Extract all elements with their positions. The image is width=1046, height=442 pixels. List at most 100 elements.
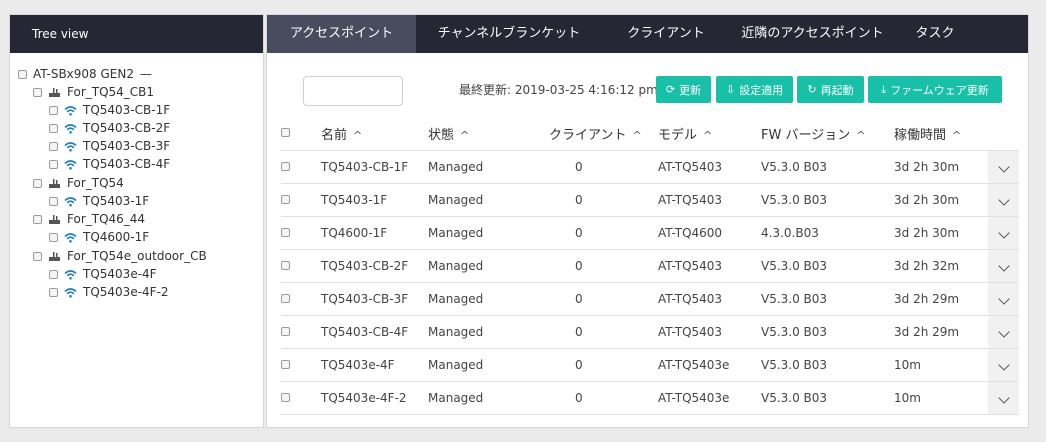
cell-fw-version: V5.3.0 B03 [761,282,894,316]
last-updated-text: 最終更新: 2019-03-25 4:16:12 pm [459,83,658,97]
tree-checkbox[interactable] [33,214,42,224]
tree-node-ap[interactable]: TQ5403e-4F-2 [49,283,169,301]
switch-icon [49,178,60,188]
tree-checkbox[interactable] [49,287,58,297]
table-row[interactable]: TQ5403-CB-2F Managed 0 AT-TQ5403 V5.3.0 … [281,249,1019,283]
tree-checkbox[interactable] [49,159,58,169]
tree-node-ap[interactable]: TQ5403e-4F [49,265,157,283]
collapse-toggle[interactable]: — [140,67,152,81]
row-checkbox[interactable] [281,294,290,303]
tree-node-switch[interactable]: For_TQ54_CB1 [33,83,154,101]
tree-node-label: TQ5403-1F [83,194,150,208]
tree-node-switch[interactable]: For_TQ46_44 [33,210,145,228]
tree-node-label: For_TQ54e_outdoor_CB [67,249,207,263]
tree-node-ap[interactable]: TQ4600-1F [49,228,149,246]
tree-node-ap[interactable]: TQ5403-CB-2F [49,119,170,137]
tree-node-label: TQ5403e-4F-2 [83,285,169,299]
expand-row-button[interactable] [988,183,1019,217]
row-checkbox[interactable] [281,360,290,369]
expand-row-button[interactable] [988,150,1019,184]
tree-checkbox[interactable] [49,141,58,151]
expand-row-button[interactable] [988,381,1019,415]
tree-checkbox[interactable] [33,87,42,97]
cell-model: AT-TQ5403e [658,348,761,382]
row-checkbox[interactable] [281,195,290,204]
row-checkbox[interactable] [281,261,290,270]
expand-row-button[interactable] [988,282,1019,316]
tree-node-ap[interactable]: TQ5403-1F [49,192,149,210]
tree-node-label: TQ5403-CB-4F [83,157,171,171]
tree-checkbox[interactable] [49,105,58,115]
wifi-icon [64,141,77,152]
row-select-cell [281,381,321,415]
column-header-fw-version[interactable]: FW バージョン ^ [761,116,894,151]
row-select-cell [281,216,321,250]
tree-node-ap[interactable]: TQ5403-CB-4F [49,155,170,173]
tree-node-ap[interactable]: TQ5403-CB-3F [49,137,170,155]
apply-settings-button[interactable]: ⇩ 設定適用 [716,76,793,103]
tree-checkbox[interactable] [33,178,42,188]
table-row[interactable]: TQ4600-1F Managed 0 AT-TQ4600 4.3.0.B03 … [281,216,1019,250]
column-header-status[interactable]: 状態 ^ [428,116,535,151]
tab-channel-blanket[interactable]: チャンネルブランケット [416,15,602,53]
search-input[interactable] [303,76,403,106]
tree-checkbox[interactable] [18,69,27,79]
switch-icon [49,251,60,261]
reboot-button[interactable]: ↻ 再起動 [797,76,864,103]
cell-name: TQ5403-CB-1F [321,150,428,184]
apply-settings-label: 設定適用 [739,83,784,97]
column-header-clients[interactable]: クライアント ^ [535,116,658,151]
column-header-name[interactable]: 名前 ^ [321,116,428,151]
tab-access-points[interactable]: アクセスポイント [267,15,416,53]
table-row[interactable]: TQ5403-CB-3F Managed 0 AT-TQ5403 V5.3.0 … [281,282,1019,316]
expand-row-button[interactable] [988,216,1019,250]
table-row[interactable]: TQ5403e-4F-2 Managed 0 AT-TQ5403e V5.3.0… [281,381,1019,415]
table-row[interactable]: TQ5403-1F Managed 0 AT-TQ5403 V5.3.0 B03… [281,183,1019,217]
main-panel: アクセスポイント チャンネルブランケット クライアント 近隣のアクセスポイント … [266,14,1029,428]
cell-status: Managed [428,348,535,382]
row-checkbox[interactable] [281,393,290,402]
table-row[interactable]: TQ5403-CB-4F Managed 0 AT-TQ5403 V5.3.0 … [281,315,1019,349]
wifi-icon [64,232,77,243]
column-label: 稼働時間 [894,127,947,143]
table-header-row: 名前 ^ 状態 ^ クライアント ^ モデル ^ FW バージョン ^ 稼働時間 ^ [281,116,1019,151]
table-row[interactable]: TQ5403e-4F Managed 0 AT-TQ5403e V5.3.0 B… [281,348,1019,382]
cell-clients: 0 [535,381,658,415]
reboot-icon: ↻ [807,83,817,96]
tree-node-switch[interactable]: For_TQ54e_outdoor_CB [33,247,207,265]
select-all-checkbox[interactable] [281,127,290,137]
cell-fw-version: V5.3.0 B03 [761,348,894,382]
tree-checkbox[interactable] [49,196,58,206]
tree-node-root[interactable]: AT-SBx908 GEN2 — [18,65,152,83]
tree-checkbox[interactable] [33,251,42,261]
tab-clients[interactable]: クライアント [602,15,730,53]
tree-checkbox[interactable] [49,123,58,133]
tab-neighbor-access-points[interactable]: 近隣のアクセスポイント [730,15,895,53]
cell-clients: 0 [535,249,658,283]
tree-node-switch[interactable]: For_TQ54 [33,174,124,192]
tab-tasks[interactable]: タスク [895,15,975,53]
table-row[interactable]: TQ5403-CB-1F Managed 0 AT-TQ5403 V5.3.0 … [281,150,1019,184]
column-header-model[interactable]: モデル ^ [658,116,761,151]
cell-name: TQ5403-CB-4F [321,315,428,349]
row-checkbox[interactable] [281,327,290,336]
cell-fw-version: V5.3.0 B03 [761,315,894,349]
reboot-label: 再起動 [820,83,854,97]
wifi-icon [64,196,77,207]
cell-status: Managed [428,381,535,415]
firmware-update-button[interactable]: ⤓ ファームウェア更新 [868,76,1002,103]
column-header-uptime[interactable]: 稼働時間 ^ [894,116,988,151]
refresh-button[interactable]: ⟳ 更新 [656,76,711,103]
cell-uptime: 3d 2h 29m [894,315,988,349]
row-checkbox[interactable] [281,162,290,171]
tree-node-ap[interactable]: TQ5403-CB-1F [49,101,170,119]
row-checkbox[interactable] [281,228,290,237]
cell-fw-version: V5.3.0 B03 [761,249,894,283]
tree-checkbox[interactable] [49,232,58,242]
sort-icon: ^ [460,128,470,142]
expand-row-button[interactable] [988,249,1019,283]
tree-checkbox[interactable] [49,269,58,279]
expand-row-button[interactable] [988,315,1019,349]
wifi-icon [64,287,77,298]
expand-row-button[interactable] [988,348,1019,382]
